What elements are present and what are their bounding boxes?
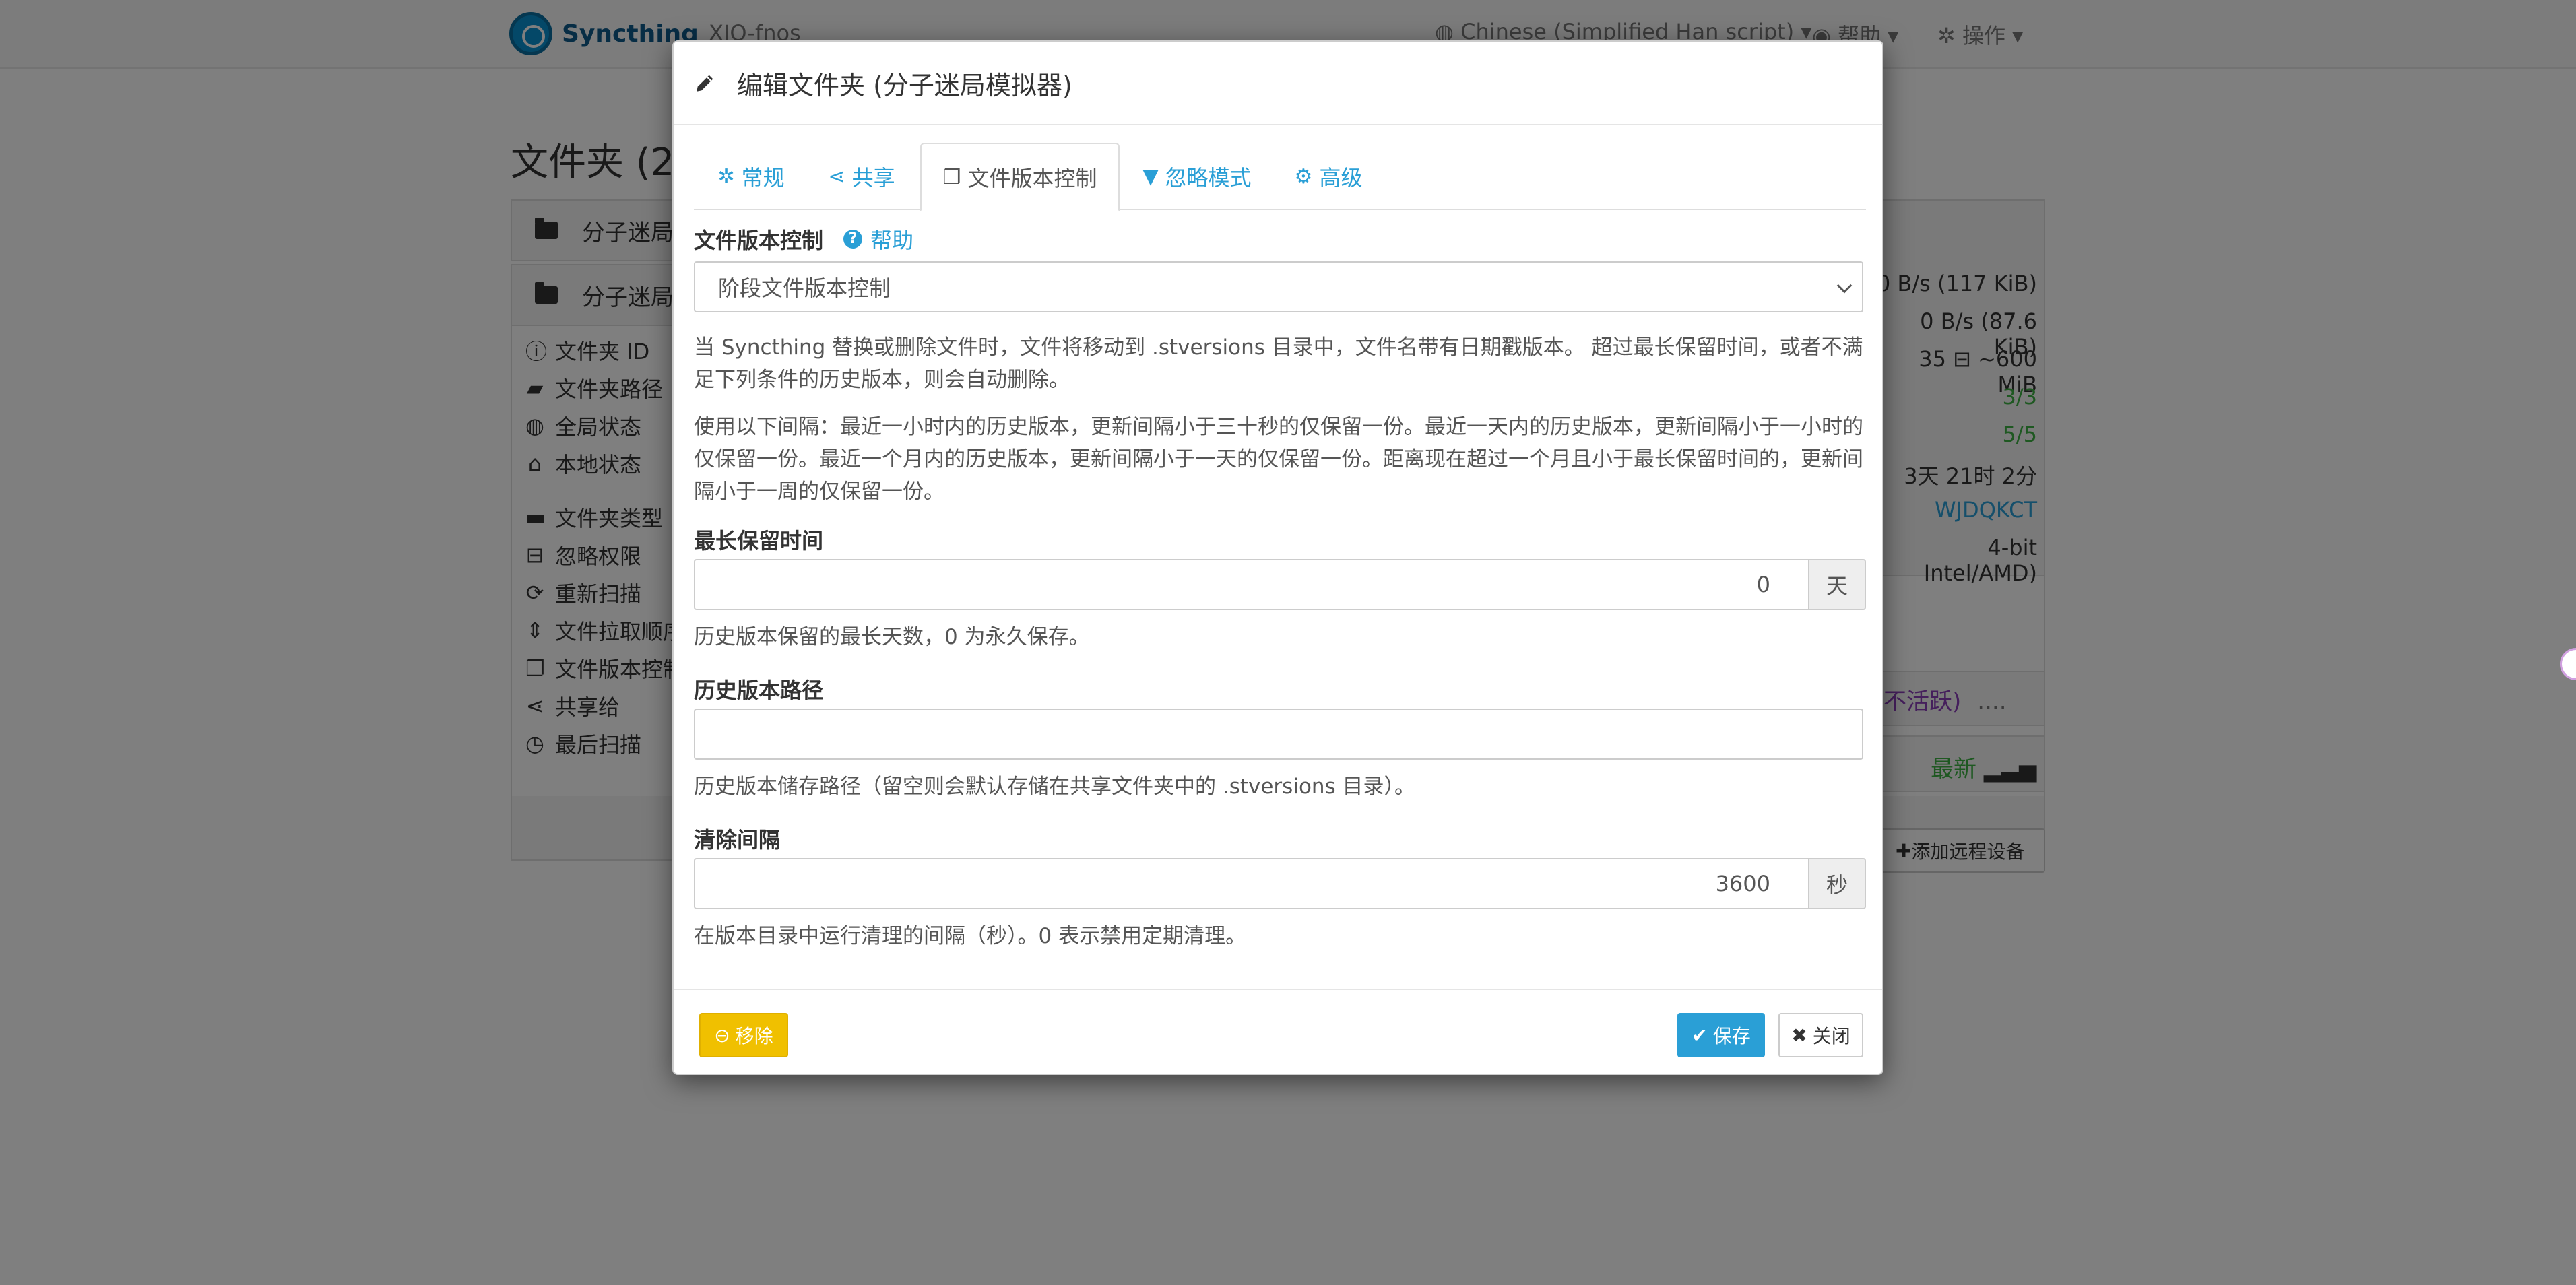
gears-icon: ⚙ [1294, 164, 1313, 189]
max-age-input[interactable]: 0 [694, 559, 1809, 610]
modal-title: 编辑文件夹 (分子迷局模拟器) [737, 70, 1072, 100]
max-age-group: 0 天 [694, 559, 1866, 610]
versioning-help-link[interactable]: ? 帮助 [843, 224, 913, 255]
versioning-type-select[interactable]: 阶段文件版本控制 [694, 261, 1863, 312]
versioning-description-2: 使用以下间隔：最近一小时内的历史版本，更新间隔小于三十秒的仅保留一份。最近一天内… [694, 415, 1863, 504]
edit-folder-modal: 编辑文件夹 (分子迷局模拟器) ✲ 常规 ⋖ 共享 ❐ 文件版本控制 ▼ 忽略模式 ⚙ 高… [672, 40, 1883, 1075]
versioning-type-value: 阶段文件版本控制 [718, 275, 891, 301]
versions-path-label: 历史版本路径 [694, 678, 824, 703]
modal-tabs: ✲ 常规 ⋖ 共享 ❐ 文件版本控制 ▼ 忽略模式 ⚙ 高级 [694, 143, 1866, 211]
max-age-help: 历史版本保留的最长天数，0 为永久保存。 [694, 625, 1090, 649]
close-icon: ✖ [1791, 1024, 1807, 1047]
tab-sharing[interactable]: ⋖ 共享 [808, 143, 915, 210]
question-circle-icon: ? [843, 230, 862, 249]
versioning-label: 文件版本控制 [694, 228, 824, 253]
cleanup-interval-unit: 秒 [1809, 858, 1866, 909]
cleanup-interval-input[interactable]: 3600 [694, 858, 1809, 909]
chevron-down-icon [1836, 277, 1853, 294]
save-button[interactable]: ✔ 保存 [1677, 1013, 1765, 1057]
check-icon: ✔ [1692, 1024, 1708, 1047]
versions-path-input[interactable] [694, 709, 1863, 760]
max-age-label: 最长保留时间 [694, 528, 824, 554]
tab-ignore-patterns[interactable]: ▼ 忽略模式 [1120, 143, 1275, 210]
pencil-icon [697, 75, 713, 92]
gear-icon: ✲ [717, 164, 735, 189]
modal-header: 编辑文件夹 (分子迷局模拟器) [674, 42, 1882, 125]
cleanup-interval-label: 清除间隔 [694, 827, 781, 853]
copy-icon: ❐ [942, 165, 961, 189]
filter-icon: ▼ [1142, 164, 1159, 189]
close-button[interactable]: ✖ 关闭 [1778, 1013, 1863, 1057]
versioning-description-1: 当 Syncthing 替换或删除文件时，文件将移动到 .stversions … [694, 335, 1863, 392]
tab-general[interactable]: ✲ 常规 [694, 143, 808, 210]
max-age-unit: 天 [1809, 559, 1866, 610]
minus-circle-icon: ⊖ [714, 1024, 730, 1047]
share-icon: ⋖ [828, 164, 845, 189]
cleanup-interval-help: 在版本目录中运行清理的间隔（秒）。0 表示禁用定期清理。 [694, 924, 1247, 948]
tab-advanced[interactable]: ⚙ 高级 [1275, 143, 1382, 210]
versions-path-help: 历史版本储存路径（留空则会默认存储在共享文件夹中的 .stversions 目录… [694, 775, 1416, 799]
cleanup-interval-group: 3600 秒 [694, 858, 1866, 909]
tab-file-versioning[interactable]: ❐ 文件版本控制 [920, 143, 1120, 211]
remove-button[interactable]: ⊖ 移除 [699, 1013, 788, 1057]
modal-footer: ⊖ 移除 ✔ 保存 ✖ 关闭 [674, 989, 1882, 1075]
